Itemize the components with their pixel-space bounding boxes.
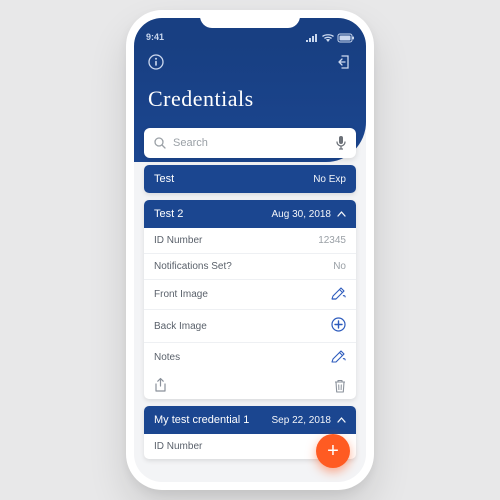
card-footer xyxy=(144,372,356,399)
wifi-icon xyxy=(322,34,334,42)
card-header[interactable]: Test No Exp xyxy=(144,165,356,193)
share-icon xyxy=(154,378,167,393)
credential-card: Test 2 Aug 30, 2018 ID Number 12345 Noti… xyxy=(144,200,356,399)
page-title: Credentials xyxy=(148,86,352,112)
delete-button[interactable] xyxy=(334,379,346,393)
row-label: Notes xyxy=(154,352,180,363)
mic-icon[interactable] xyxy=(336,136,346,150)
credential-card: Test No Exp xyxy=(144,165,356,193)
plus-icon: + xyxy=(327,441,339,461)
card-header[interactable]: My test credential 1 Sep 22, 2018 xyxy=(144,406,356,434)
detail-row[interactable]: Notifications Set? No xyxy=(144,254,356,280)
credential-expiry: No Exp xyxy=(313,174,346,185)
status-time: 9:41 xyxy=(146,32,164,42)
row-label: ID Number xyxy=(154,441,202,452)
phone-frame: 9:41 Credentials xyxy=(126,10,374,490)
device-notch xyxy=(200,10,300,28)
search-icon xyxy=(154,137,166,149)
edit-icon[interactable] xyxy=(332,287,346,302)
exit-icon xyxy=(336,54,352,70)
info-button[interactable] xyxy=(148,54,164,70)
card-header[interactable]: Test 2 Aug 30, 2018 xyxy=(144,200,356,228)
chevron-up-icon xyxy=(337,417,346,423)
search-box[interactable] xyxy=(144,128,356,158)
detail-row[interactable]: Notes xyxy=(144,343,356,372)
credential-expiry: Aug 30, 2018 xyxy=(272,209,332,220)
chevron-up-icon xyxy=(337,211,346,217)
content-area: Test No Exp Test 2 Aug 30, 2018 ID Numbe… xyxy=(134,128,366,459)
info-icon xyxy=(148,54,164,70)
credential-name: My test credential 1 xyxy=(154,414,249,426)
screen: 9:41 Credentials xyxy=(134,18,366,482)
share-button[interactable] xyxy=(154,378,167,393)
credential-name: Test 2 xyxy=(154,208,183,220)
row-value: 12345 xyxy=(318,235,346,246)
signal-icon xyxy=(306,34,318,42)
edit-icon[interactable] xyxy=(332,350,346,365)
search-input[interactable] xyxy=(173,137,329,149)
trash-icon xyxy=(334,379,346,393)
detail-row[interactable]: Back Image xyxy=(144,310,356,343)
row-label: Notifications Set? xyxy=(154,261,232,272)
status-indicators xyxy=(306,34,354,42)
row-label: Front Image xyxy=(154,289,208,300)
exit-button[interactable] xyxy=(336,54,352,70)
add-credential-fab[interactable]: + xyxy=(316,434,350,468)
detail-row[interactable]: Front Image xyxy=(144,280,356,310)
add-icon[interactable] xyxy=(331,317,346,335)
credential-name: Test xyxy=(154,173,174,185)
row-value: No xyxy=(333,261,346,272)
row-label: ID Number xyxy=(154,235,202,246)
row-label: Back Image xyxy=(154,321,207,332)
battery-icon xyxy=(338,34,354,42)
credential-expiry: Sep 22, 2018 xyxy=(272,415,332,426)
detail-row[interactable]: ID Number 12345 xyxy=(144,228,356,254)
